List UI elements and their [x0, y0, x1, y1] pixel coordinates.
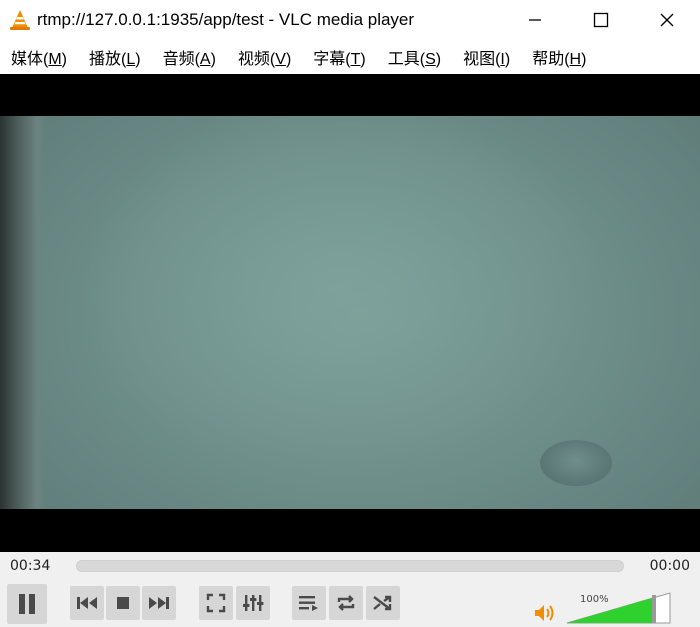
menu-view[interactable]: 视图(I): [452, 45, 521, 69]
speaker-icon[interactable]: [533, 602, 557, 624]
title-bar: rtmp://127.0.0.1:1935/app/test - VLC med…: [0, 0, 700, 40]
shuffle-button[interactable]: [366, 586, 400, 620]
controls-bar: 100%: [0, 580, 700, 627]
stop-button[interactable]: [106, 586, 140, 620]
playlist-icon: [299, 596, 318, 611]
window-controls: [502, 0, 700, 40]
stop-icon: [117, 597, 129, 609]
window-title: rtmp://127.0.0.1:1935/app/test - VLC med…: [37, 10, 415, 29]
close-button[interactable]: [634, 0, 700, 40]
volume-slider[interactable]: [566, 591, 674, 624]
vlc-cone-icon: [10, 10, 30, 30]
maximize-icon: [593, 12, 609, 28]
maximize-button[interactable]: [568, 0, 634, 40]
next-button[interactable]: [142, 586, 176, 620]
video-frame-spot: [540, 440, 612, 486]
extended-settings-button[interactable]: [236, 586, 270, 620]
equalizer-icon: [243, 595, 264, 611]
video-frame: [0, 116, 700, 509]
seek-slider[interactable]: [76, 560, 624, 572]
skip-next-icon: [149, 597, 169, 609]
close-icon: [660, 13, 674, 27]
shuffle-icon: [373, 595, 392, 611]
pause-icon: [19, 594, 35, 614]
menu-tools[interactable]: 工具(S): [377, 45, 452, 69]
menu-help[interactable]: 帮助(H): [521, 45, 597, 69]
video-area[interactable]: [0, 74, 700, 552]
menu-playback[interactable]: 播放(L): [78, 45, 152, 69]
pause-button[interactable]: [7, 584, 47, 624]
previous-button[interactable]: [70, 586, 104, 620]
minimize-icon: [529, 19, 541, 21]
video-frame-edge: [0, 116, 46, 509]
loop-icon: [337, 595, 355, 611]
minimize-button[interactable]: [502, 0, 568, 40]
fullscreen-icon: [206, 593, 226, 613]
menu-audio[interactable]: 音频(A): [152, 45, 227, 69]
loop-button[interactable]: [329, 586, 363, 620]
menu-video[interactable]: 视频(V): [227, 45, 302, 69]
fullscreen-button[interactable]: [199, 586, 233, 620]
menu-media[interactable]: 媒体(M): [0, 45, 78, 69]
elapsed-time: 00:34: [10, 558, 51, 574]
playlist-button[interactable]: [292, 586, 326, 620]
menu-bar: 媒体(M) 播放(L) 音频(A) 视频(V) 字幕(T) 工具(S) 视图(I…: [0, 40, 700, 74]
total-time[interactable]: 00:00: [650, 558, 690, 574]
menu-subtitle[interactable]: 字幕(T): [302, 45, 376, 69]
seek-row: 00:34 00:00: [0, 552, 700, 580]
skip-previous-icon: [77, 597, 97, 609]
